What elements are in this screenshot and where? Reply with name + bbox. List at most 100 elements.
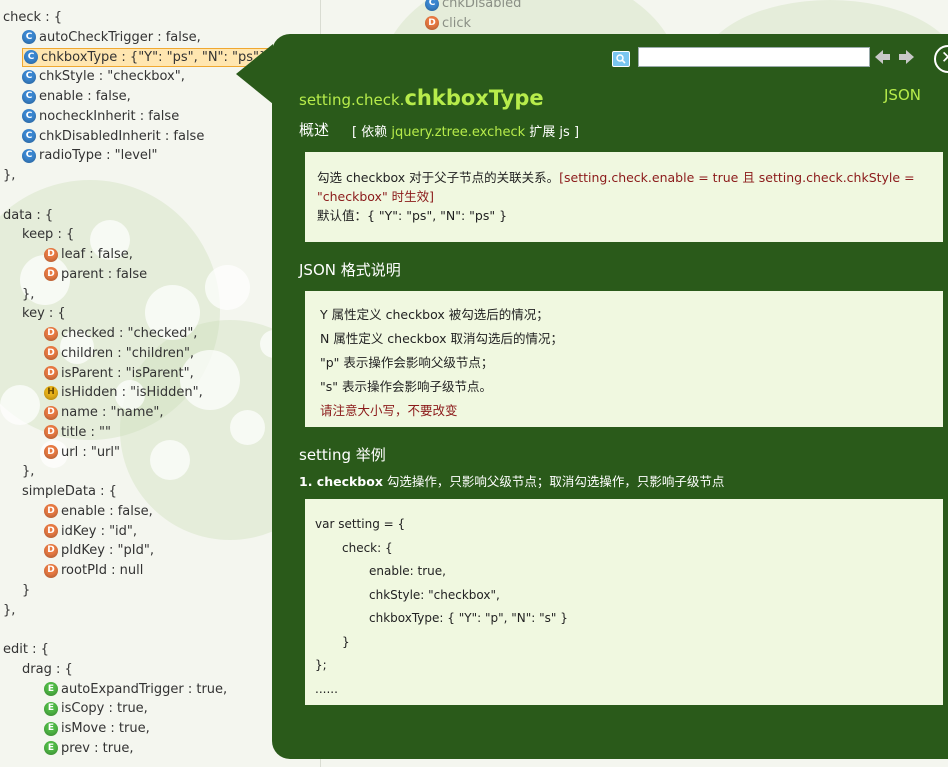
tree-line-data-open: data : { xyxy=(3,206,53,225)
tree-line-text: url : "url" xyxy=(61,444,120,460)
tree-line-check-chkStyle[interactable]: CchkStyle : "checkbox", xyxy=(22,67,185,86)
api-type-c-icon: C xyxy=(22,69,36,84)
tree-line-text: }, xyxy=(3,168,16,183)
tree-line-keep-open: keep : { xyxy=(22,225,74,244)
tree-line-text: rootPId : null xyxy=(61,563,144,578)
json-format-line: "p" 表示操作会影响父级节点； xyxy=(320,355,494,370)
tree-line-key-children[interactable]: Dchildren : "children", xyxy=(44,344,194,363)
json-format-line: "s" 表示操作会影响子级节点。 xyxy=(320,379,492,394)
dependency-suffix: 扩展 js ] xyxy=(525,125,580,140)
tree-line-text: isMove : true, xyxy=(61,721,150,736)
tree-line-sd-pIdKey[interactable]: DpIdKey : "pId", xyxy=(44,541,154,560)
tree-line-check-enable[interactable]: Cenable : false, xyxy=(22,87,131,106)
api-type-d-icon: D xyxy=(44,425,58,440)
json-format-note: 请注意大小写，不要改变 xyxy=(320,403,458,418)
api-type-d-icon: D xyxy=(44,366,58,380)
tree-line-text: data : { xyxy=(3,207,54,223)
example-heading: setting 举例 xyxy=(299,446,386,464)
tree-line-drag-prev[interactable]: Eprev : true, xyxy=(44,739,133,758)
tree-line-text: chkStyle : "checkbox", xyxy=(39,69,185,85)
right-tree-line-rc-click[interactable]: Dclick xyxy=(425,14,471,33)
api-type-d-icon: D xyxy=(44,405,58,420)
tree-line-text: idKey : "id", xyxy=(61,523,138,539)
tree-line-drag-isCopy[interactable]: EisCopy : true, xyxy=(44,699,148,718)
tree-line-text: keep : { xyxy=(22,227,75,243)
tree-line-text: isCopy : true, xyxy=(61,701,148,717)
api-title: setting.check.chkboxType xyxy=(299,86,544,110)
tree-line-text: enable : false, xyxy=(39,89,131,104)
tree-line-data-close: }, xyxy=(3,601,15,620)
tree-line-text: parent : false xyxy=(61,266,148,282)
tree-line-check-chkDisabledInherit[interactable]: CchkDisabledInherit : false xyxy=(22,127,204,146)
tree-line-text: }, xyxy=(22,286,35,302)
tree-line-sd-idKey[interactable]: DidKey : "id", xyxy=(44,522,137,541)
tree-line-key-isHidden[interactable]: HisHidden : "isHidden", xyxy=(44,383,203,402)
tree-line-text: chkDisabled xyxy=(442,0,522,11)
tree-line-text: name : "name", xyxy=(61,405,164,420)
tree-line-text: leaf : false, xyxy=(61,247,133,262)
dependency-link[interactable]: jquery.ztree.excheck xyxy=(391,125,525,140)
tree-line-text: title : "" xyxy=(61,424,112,440)
tree-line-sd-rootPId[interactable]: DrootPId : null xyxy=(44,561,143,580)
tree-line-check-autoCheckTrigger[interactable]: CautoCheckTrigger : false, xyxy=(22,28,201,47)
tree-line-text: key : { xyxy=(22,306,66,322)
api-type-d-icon: D xyxy=(44,563,58,578)
example-number: 1. checkbox xyxy=(299,474,383,489)
tree-line-key-url[interactable]: Durl : "url" xyxy=(44,443,120,462)
api-type-d-icon: D xyxy=(44,346,58,361)
tree-line-key-checked[interactable]: Dchecked : "checked", xyxy=(44,324,197,343)
api-type-c-icon: C xyxy=(24,50,38,64)
default-value: 默认值：{ "Y": "ps", "N": "ps" } xyxy=(317,208,508,223)
search-button[interactable] xyxy=(612,51,630,67)
tree-line-text: } xyxy=(22,582,31,598)
json-format-heading: JSON 格式说明 xyxy=(299,261,401,279)
api-type-c-icon: C xyxy=(22,89,36,104)
close-icon: ✕ xyxy=(941,48,948,68)
api-type-c-icon: C xyxy=(22,109,36,124)
tree-line-text: autoExpandTrigger : true, xyxy=(61,681,228,697)
example-description: 勾选操作，只影响父级节点；取消勾选操作，只影响子级节点 xyxy=(382,474,725,489)
tree-line-key-isParent[interactable]: DisParent : "isParent", xyxy=(44,364,194,383)
tree-line-text: edit : { xyxy=(3,642,49,657)
overview-heading: 概述 xyxy=(299,121,330,139)
json-type-link[interactable]: JSON xyxy=(884,86,921,104)
tree-line-check-open: check : { xyxy=(3,8,62,27)
right-tree-line-rc-chkDisabled[interactable]: CchkDisabled xyxy=(425,0,521,13)
tree-line-keep-leaf[interactable]: Dleaf : false, xyxy=(44,245,133,264)
tree-line-text: autoCheckTrigger : false, xyxy=(39,29,201,45)
prev-arrow-icon[interactable] xyxy=(875,48,891,66)
api-type-e-icon: E xyxy=(44,701,58,716)
api-type-e-icon: E xyxy=(44,682,58,696)
example-code-box: var setting = { check: { enable: true, c… xyxy=(305,499,943,705)
tree-line-check-close: }, xyxy=(3,166,15,185)
tree-line-keep-parent[interactable]: Dparent : false xyxy=(44,265,147,284)
api-title-prefix: setting.check. xyxy=(299,91,405,109)
api-type-d-icon: D xyxy=(425,16,439,31)
tree-line-check-nocheckInherit[interactable]: CnocheckInherit : false xyxy=(22,107,179,126)
dependency-note: [ 依赖 jquery.ztree.excheck 扩展 js ] xyxy=(352,121,579,140)
example-code: var setting = { check: { enable: true, c… xyxy=(315,517,568,696)
api-type-e-icon: E xyxy=(44,741,58,756)
tree-line-text: enable : false, xyxy=(61,503,153,519)
next-arrow-icon[interactable] xyxy=(898,48,914,66)
api-type-d-icon: D xyxy=(44,267,58,282)
api-type-d-icon: D xyxy=(44,543,58,558)
close-button[interactable]: ✕ xyxy=(934,45,948,73)
search-input[interactable] xyxy=(638,47,870,67)
example-title: 1. checkbox 勾选操作，只影响父级节点；取消勾选操作，只影响子级节点 xyxy=(299,471,724,490)
tree-line-simpleData-close: } xyxy=(22,581,30,600)
tree-line-key-name[interactable]: Dname : "name", xyxy=(44,403,163,422)
api-type-c-icon: C xyxy=(22,30,36,45)
tree-line-sd-enable[interactable]: Denable : false, xyxy=(44,502,153,521)
json-format-line: Y 属性定义 checkbox 被勾选后的情况； xyxy=(320,307,549,322)
tree-line-text: }, xyxy=(22,464,35,480)
tree-line-check-radioType[interactable]: CradioType : "level" xyxy=(22,146,158,165)
tree-line-text: radioType : "level" xyxy=(39,148,158,164)
tree-line-keep-close: }, xyxy=(22,285,34,304)
tree-line-text: isHidden : "isHidden", xyxy=(61,385,203,401)
tree-line-key-title[interactable]: Dtitle : "" xyxy=(44,423,111,442)
tree-line-drag-autoExpandTrigger[interactable]: EautoExpandTrigger : true, xyxy=(44,680,227,699)
api-type-c-icon: C xyxy=(425,0,439,11)
tree-line-drag-isMove[interactable]: EisMove : true, xyxy=(44,719,150,738)
tree-line-text: drag : { xyxy=(22,661,73,677)
